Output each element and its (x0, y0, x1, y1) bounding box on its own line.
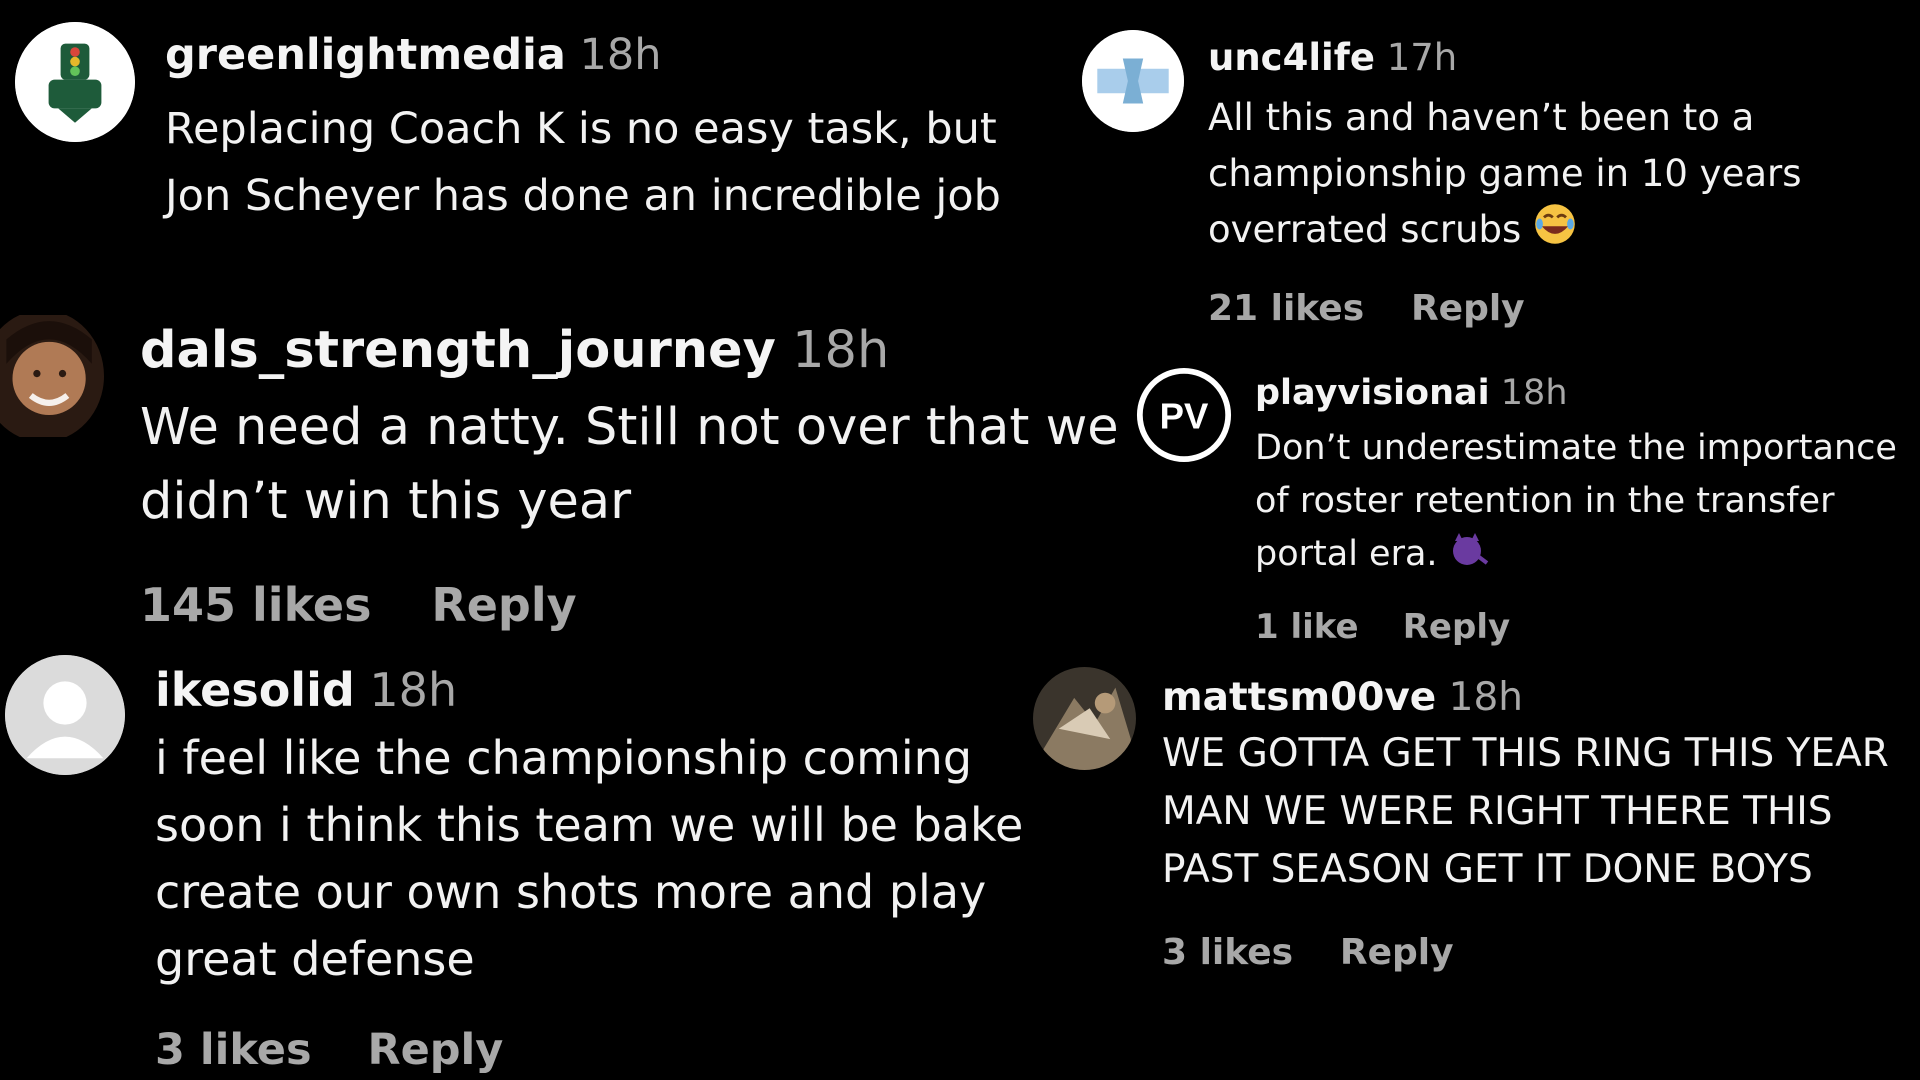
username-link[interactable]: ikesolid (155, 663, 355, 717)
pv-logo-avatar[interactable]: PV (1136, 367, 1232, 463)
comment-actions: 21 likes Reply (1208, 288, 1525, 329)
comment-text: i feel like the championship coming soon… (155, 731, 1024, 986)
reply-button[interactable]: Reply (1403, 607, 1510, 647)
likes-count[interactable]: 3 likes (1162, 932, 1293, 973)
greenlight-logo-avatar[interactable] (15, 22, 135, 142)
comment-actions: 3 likes Reply (155, 1025, 503, 1075)
laughing-crying-emoji-icon (1533, 202, 1577, 262)
photo-avatar[interactable] (1033, 667, 1136, 770)
comment-actions: 145 likes Reply (140, 578, 577, 632)
username-link[interactable]: dals_strength_journey (140, 321, 776, 380)
comment-text-container: Don’t underestimate the importance of ro… (1255, 422, 1920, 585)
timestamp[interactable]: 17h (1387, 36, 1458, 79)
comment-text: WE GOTTA GET THIS RING THIS YEAR MAN WE … (1162, 731, 1889, 892)
comment-text: Replacing Coach K is no easy task, but J… (165, 104, 1001, 221)
comment-header: unc4life 17h (1208, 36, 1457, 79)
comment-header: mattsm00ve 18h (1162, 675, 1523, 720)
profile-photo-avatar[interactable] (0, 310, 104, 442)
comment-text: Don’t underestimate the importance of ro… (1255, 428, 1897, 574)
comment-text: All this and haven’t been to a champions… (1208, 96, 1802, 251)
comment-header: dals_strength_journey 18h (140, 321, 889, 380)
timestamp[interactable]: 18h (792, 321, 889, 380)
username-link[interactable]: playvisionai (1255, 373, 1490, 413)
comment-actions: 1 like Reply (1255, 607, 1510, 647)
svg-text:PV: PV (1160, 395, 1209, 436)
likes-count[interactable]: 145 likes (140, 578, 372, 632)
likes-count[interactable]: 1 like (1255, 607, 1359, 647)
timestamp[interactable]: 18h (1449, 675, 1523, 720)
reply-button[interactable]: Reply (431, 578, 576, 632)
username-link[interactable]: mattsm00ve (1162, 675, 1436, 720)
purple-devil-emoji-icon (1449, 529, 1489, 585)
comment-header: greenlightmedia 18h (165, 30, 662, 80)
timestamp[interactable]: 18h (1501, 373, 1568, 413)
default-user-avatar[interactable] (5, 655, 125, 775)
comment-header: playvisionai 18h (1255, 373, 1568, 413)
comment-text: We need a natty. Still not over that we … (140, 398, 1119, 531)
comment-text-container: All this and haven’t been to a champions… (1208, 90, 1908, 262)
username-link[interactable]: unc4life (1208, 36, 1375, 79)
unc-logo-avatar[interactable] (1082, 30, 1184, 132)
reply-button[interactable]: Reply (367, 1025, 503, 1075)
username-link[interactable]: greenlightmedia (165, 30, 566, 80)
comment-header: ikesolid 18h (155, 663, 457, 717)
timestamp[interactable]: 18h (580, 30, 662, 80)
likes-count[interactable]: 21 likes (1208, 288, 1364, 329)
comment-actions: 3 likes Reply (1162, 932, 1454, 973)
reply-button[interactable]: Reply (1411, 288, 1525, 329)
reply-button[interactable]: Reply (1340, 932, 1454, 973)
likes-count[interactable]: 3 likes (155, 1025, 312, 1075)
timestamp[interactable]: 18h (369, 663, 457, 717)
